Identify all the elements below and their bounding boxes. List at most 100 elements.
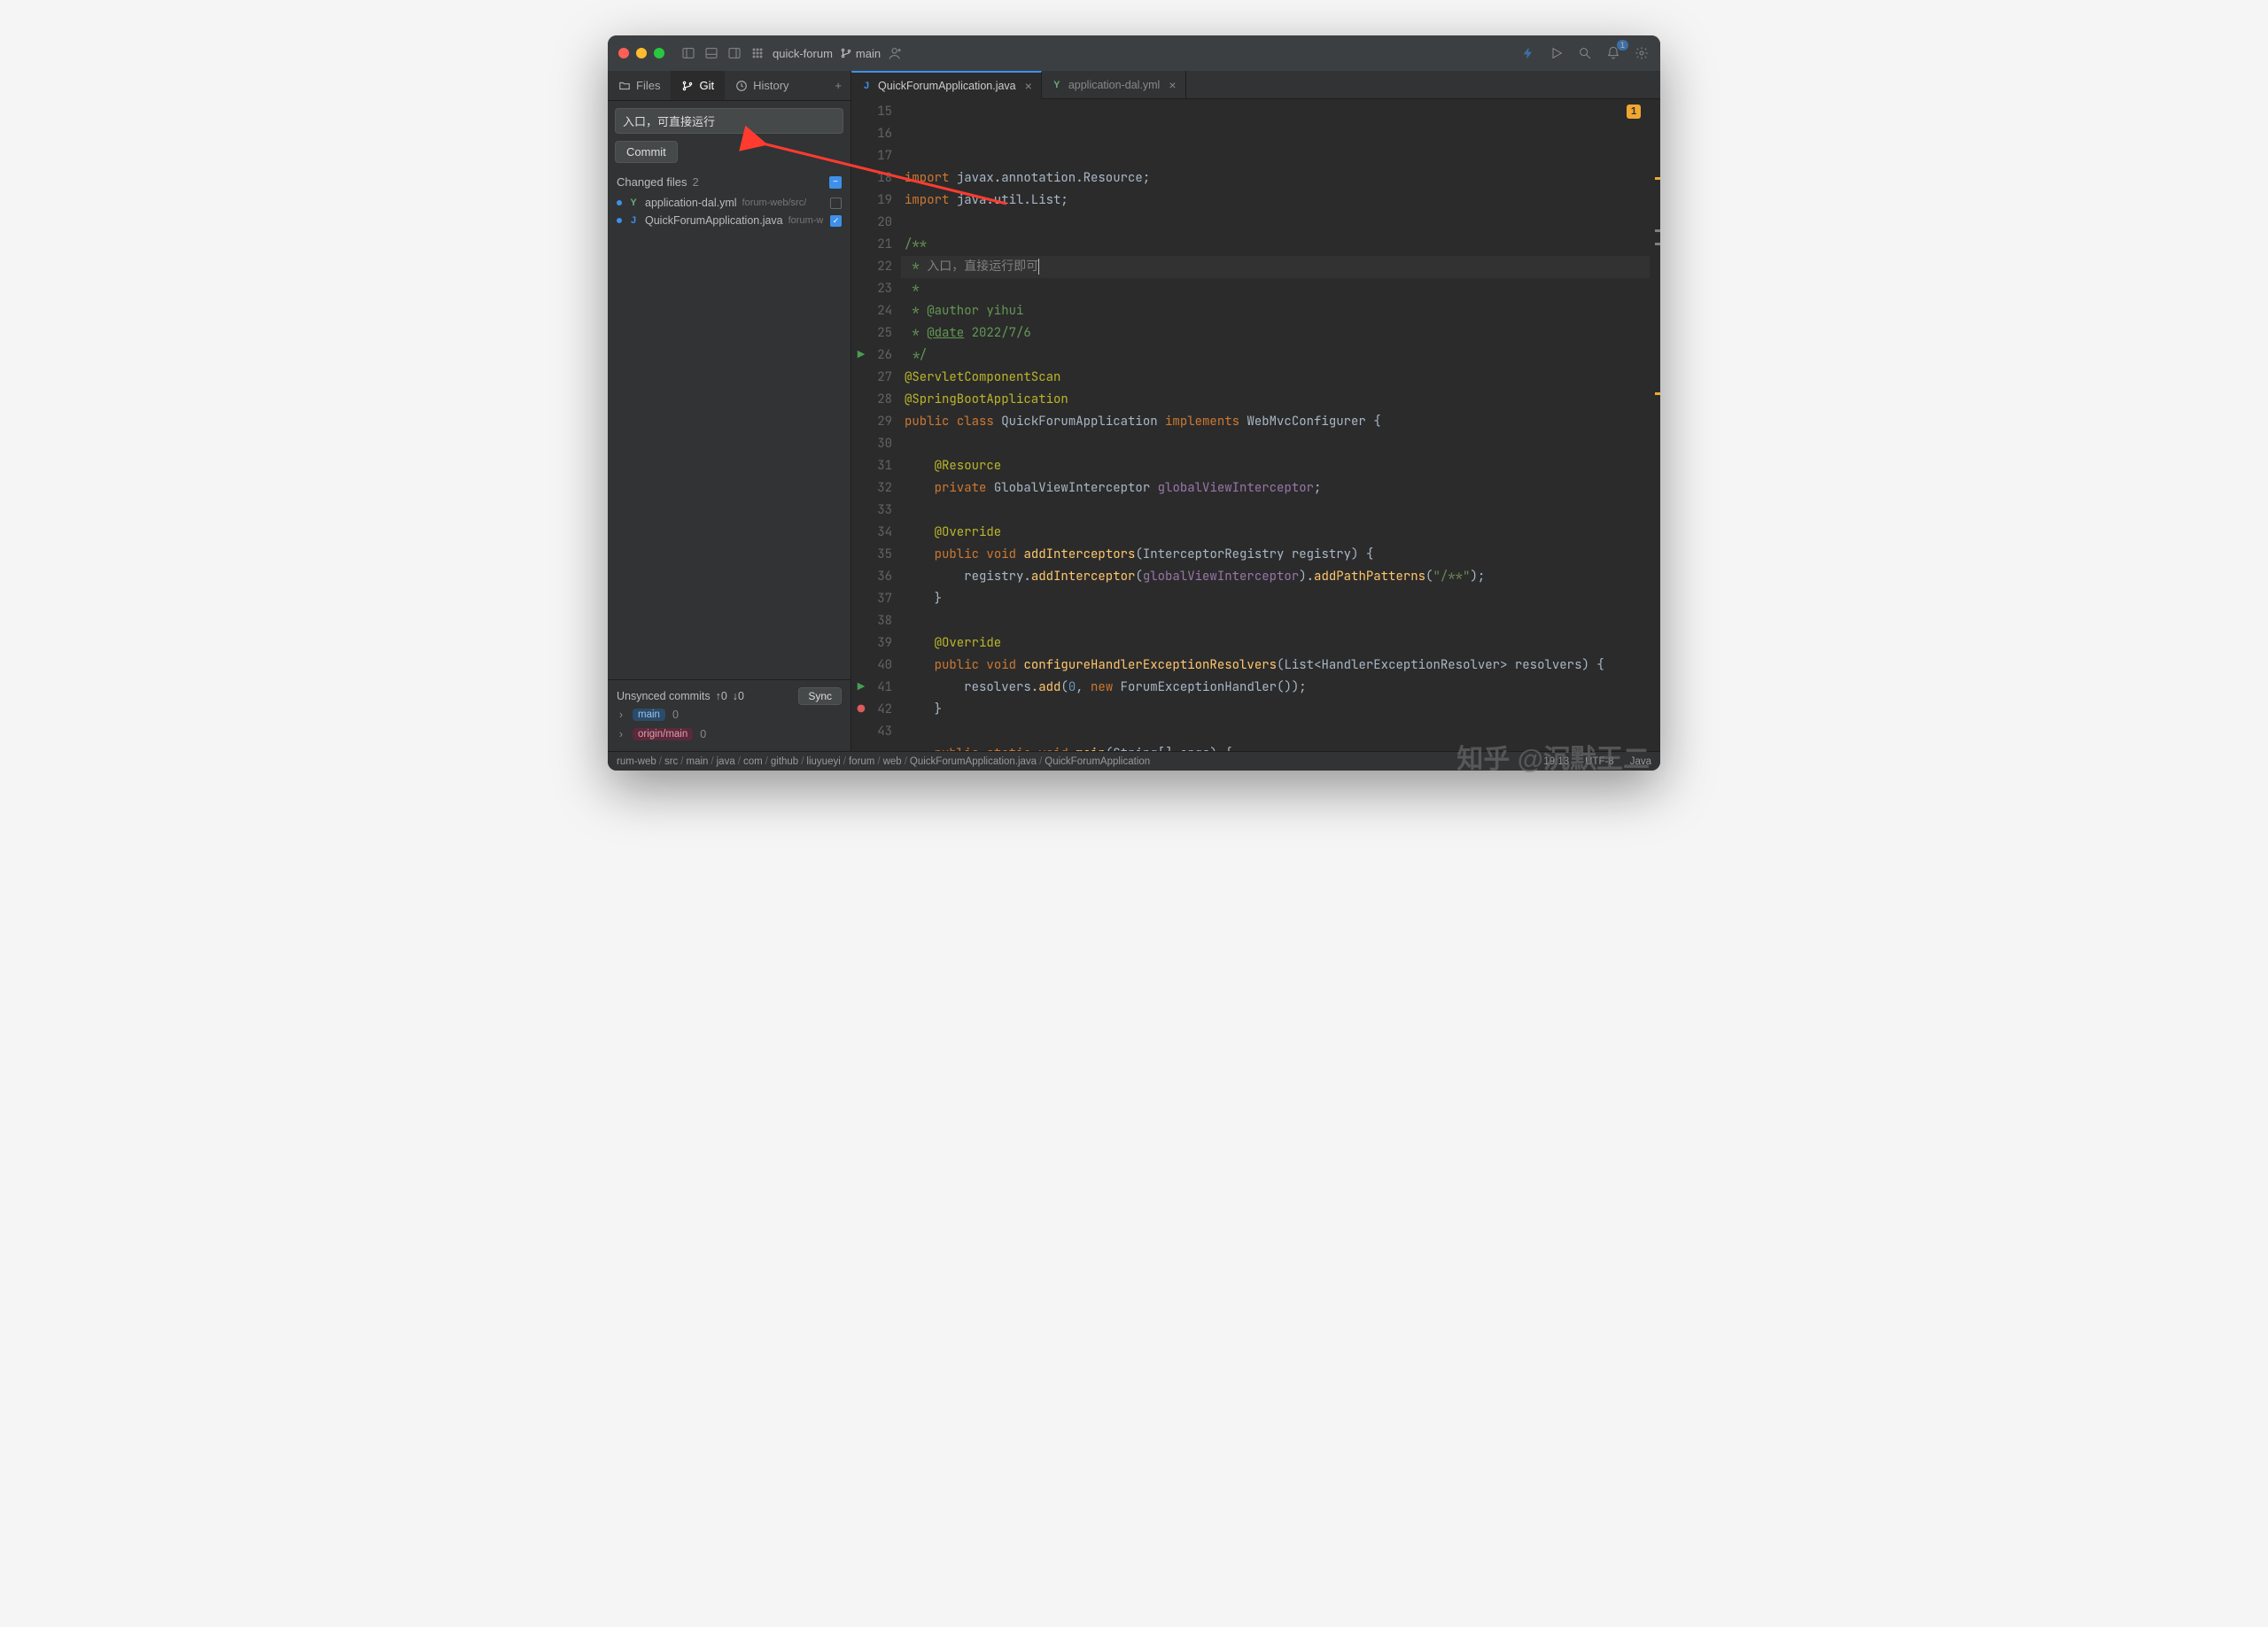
add-user-icon[interactable] <box>888 45 904 61</box>
code-line[interactable]: @Resource <box>901 455 1650 477</box>
code-line[interactable]: * @date 2022/7/6 <box>901 322 1650 345</box>
close-window[interactable] <box>618 48 629 58</box>
file-name: application-dal.yml <box>645 197 737 209</box>
language[interactable]: Java <box>1630 756 1651 767</box>
code-line[interactable] <box>901 212 1650 234</box>
collapse-icon[interactable]: − <box>829 176 842 189</box>
file-checkbox[interactable] <box>830 198 842 209</box>
code-line[interactable]: import java.util.List; <box>901 190 1650 212</box>
changed-file-row[interactable]: J QuickForumApplication.java forum-w <box>613 212 845 229</box>
maximize-window[interactable] <box>654 48 664 58</box>
sync-button[interactable]: Sync <box>798 687 842 705</box>
code-line[interactable]: @SpringBootApplication <box>901 389 1650 411</box>
add-tab[interactable]: + <box>826 72 850 99</box>
code-editor[interactable]: ▶▶● 151617181920212223242526272829303132… <box>851 99 1660 751</box>
close-tab-icon[interactable]: × <box>1169 78 1176 92</box>
code-line[interactable]: } <box>901 588 1650 610</box>
file-type-icon: J <box>627 215 640 226</box>
notifications-icon[interactable] <box>1605 45 1621 61</box>
code-line[interactable]: public void configureHandlerExceptionRes… <box>901 655 1650 677</box>
sidebar-right-icon[interactable] <box>726 45 742 61</box>
git-sidebar: Files Git History + Commit Changed files <box>608 71 851 751</box>
tab-label: application-dal.yml <box>1068 79 1161 91</box>
statusbar: rum-web/src/main/java/com/github/liuyuey… <box>608 751 1660 771</box>
minimize-window[interactable] <box>636 48 647 58</box>
encoding[interactable]: UTF-8 <box>1585 756 1614 767</box>
minimap[interactable] <box>1650 99 1660 751</box>
chevron-right-icon: › <box>617 709 625 721</box>
sidebar-bottom-icon[interactable] <box>703 45 719 61</box>
code-line[interactable] <box>901 610 1650 632</box>
code-line[interactable]: /** <box>901 234 1650 256</box>
run-icon[interactable] <box>1549 45 1565 61</box>
code-line[interactable]: * <box>901 278 1650 300</box>
window-controls <box>618 48 664 58</box>
code-line[interactable]: public static void main(String[] args) { <box>901 743 1650 751</box>
commit-message-input[interactable] <box>615 108 843 134</box>
unsynced-label: Unsynced commits <box>617 690 711 702</box>
code-line[interactable]: @Override <box>901 632 1650 655</box>
file-path: forum-w <box>788 215 824 226</box>
cursor-position[interactable]: 19:13 <box>1543 756 1569 767</box>
grid-icon[interactable] <box>750 45 765 61</box>
unsynced-up: ↑0 <box>716 690 727 702</box>
ide-window: quick-forum main Files Git <box>608 35 1660 771</box>
file-type-icon: Y <box>627 198 640 208</box>
code-line[interactable] <box>901 500 1650 522</box>
code-line[interactable] <box>901 721 1650 743</box>
code-line[interactable]: } <box>901 699 1650 721</box>
file-type-icon: Y <box>1051 80 1063 90</box>
tab-label: QuickForumApplication.java <box>878 80 1016 92</box>
file-checkbox[interactable] <box>830 215 842 227</box>
inspection-badge[interactable]: 1 <box>1627 105 1641 119</box>
titlebar: quick-forum main <box>608 35 1660 71</box>
branch-picker[interactable]: main <box>840 47 881 60</box>
breadcrumbs[interactable]: rum-web/src/main/java/com/github/liuyuey… <box>617 756 1150 767</box>
changed-files-header[interactable]: Changed files 2 − <box>608 170 850 194</box>
branch-row[interactable]: › origin/main 0 <box>617 724 842 744</box>
code-line[interactable]: public class QuickForumApplication imple… <box>901 411 1650 433</box>
code-line[interactable]: registry.addInterceptor(globalViewInterc… <box>901 566 1650 588</box>
tab-history[interactable]: History <box>725 71 799 100</box>
settings-icon[interactable] <box>1634 45 1650 61</box>
code-line[interactable]: @ServletComponentScan <box>901 367 1650 389</box>
code-line[interactable] <box>901 433 1650 455</box>
code-line[interactable]: resolvers.add(0, new ForumExceptionHandl… <box>901 677 1650 699</box>
branch-pill: origin/main <box>633 728 693 740</box>
unsynced-section: Unsynced commits ↑0 ↓0 Sync › main 0› or… <box>608 679 850 751</box>
sidebar-left-icon[interactable] <box>680 45 696 61</box>
branch-count: 0 <box>700 728 706 740</box>
file-path: forum-web/src/ <box>742 198 807 208</box>
changed-files-list: Y application-dal.yml forum-web/src/ J Q… <box>608 194 850 229</box>
code-line[interactable]: @Override <box>901 522 1650 544</box>
editor-area: J QuickForumApplication.java ×Y applicat… <box>851 71 1660 751</box>
editor-tab[interactable]: J QuickForumApplication.java × <box>851 71 1042 99</box>
code-line[interactable]: private GlobalViewInterceptor globalView… <box>901 477 1650 500</box>
code-line[interactable]: public void addInterceptors(InterceptorR… <box>901 544 1650 566</box>
editor-tab[interactable]: Y application-dal.yml × <box>1042 71 1186 98</box>
unsynced-down: ↓0 <box>733 690 744 702</box>
project-name[interactable]: quick-forum <box>773 47 833 60</box>
editor-tabs: J QuickForumApplication.java ×Y applicat… <box>851 71 1660 99</box>
commit-button[interactable]: Commit <box>615 141 678 163</box>
sidebar-tabs: Files Git History + <box>608 71 850 101</box>
file-type-icon: J <box>860 81 873 91</box>
chevron-right-icon: › <box>617 728 625 740</box>
tab-git[interactable]: Git <box>671 71 725 100</box>
code-line[interactable]: import javax.annotation.Resource; <box>901 167 1650 190</box>
branch-name: main <box>856 47 881 60</box>
branch-count: 0 <box>672 709 679 721</box>
close-tab-icon[interactable]: × <box>1025 79 1032 93</box>
tab-files[interactable]: Files <box>608 71 671 100</box>
file-name: QuickForumApplication.java <box>645 214 783 227</box>
changed-file-row[interactable]: Y application-dal.yml forum-web/src/ <box>613 194 845 212</box>
quick-actions-icon[interactable] <box>1520 45 1536 61</box>
change-dot <box>617 218 622 223</box>
branch-row[interactable]: › main 0 <box>617 705 842 724</box>
code-line[interactable]: * 入口，直接运行即可 <box>901 256 1650 278</box>
code-line[interactable]: * @author yihui <box>901 300 1650 322</box>
branch-pill: main <box>633 709 665 721</box>
search-icon[interactable] <box>1577 45 1593 61</box>
change-dot <box>617 200 622 205</box>
code-line[interactable]: */ <box>901 345 1650 367</box>
